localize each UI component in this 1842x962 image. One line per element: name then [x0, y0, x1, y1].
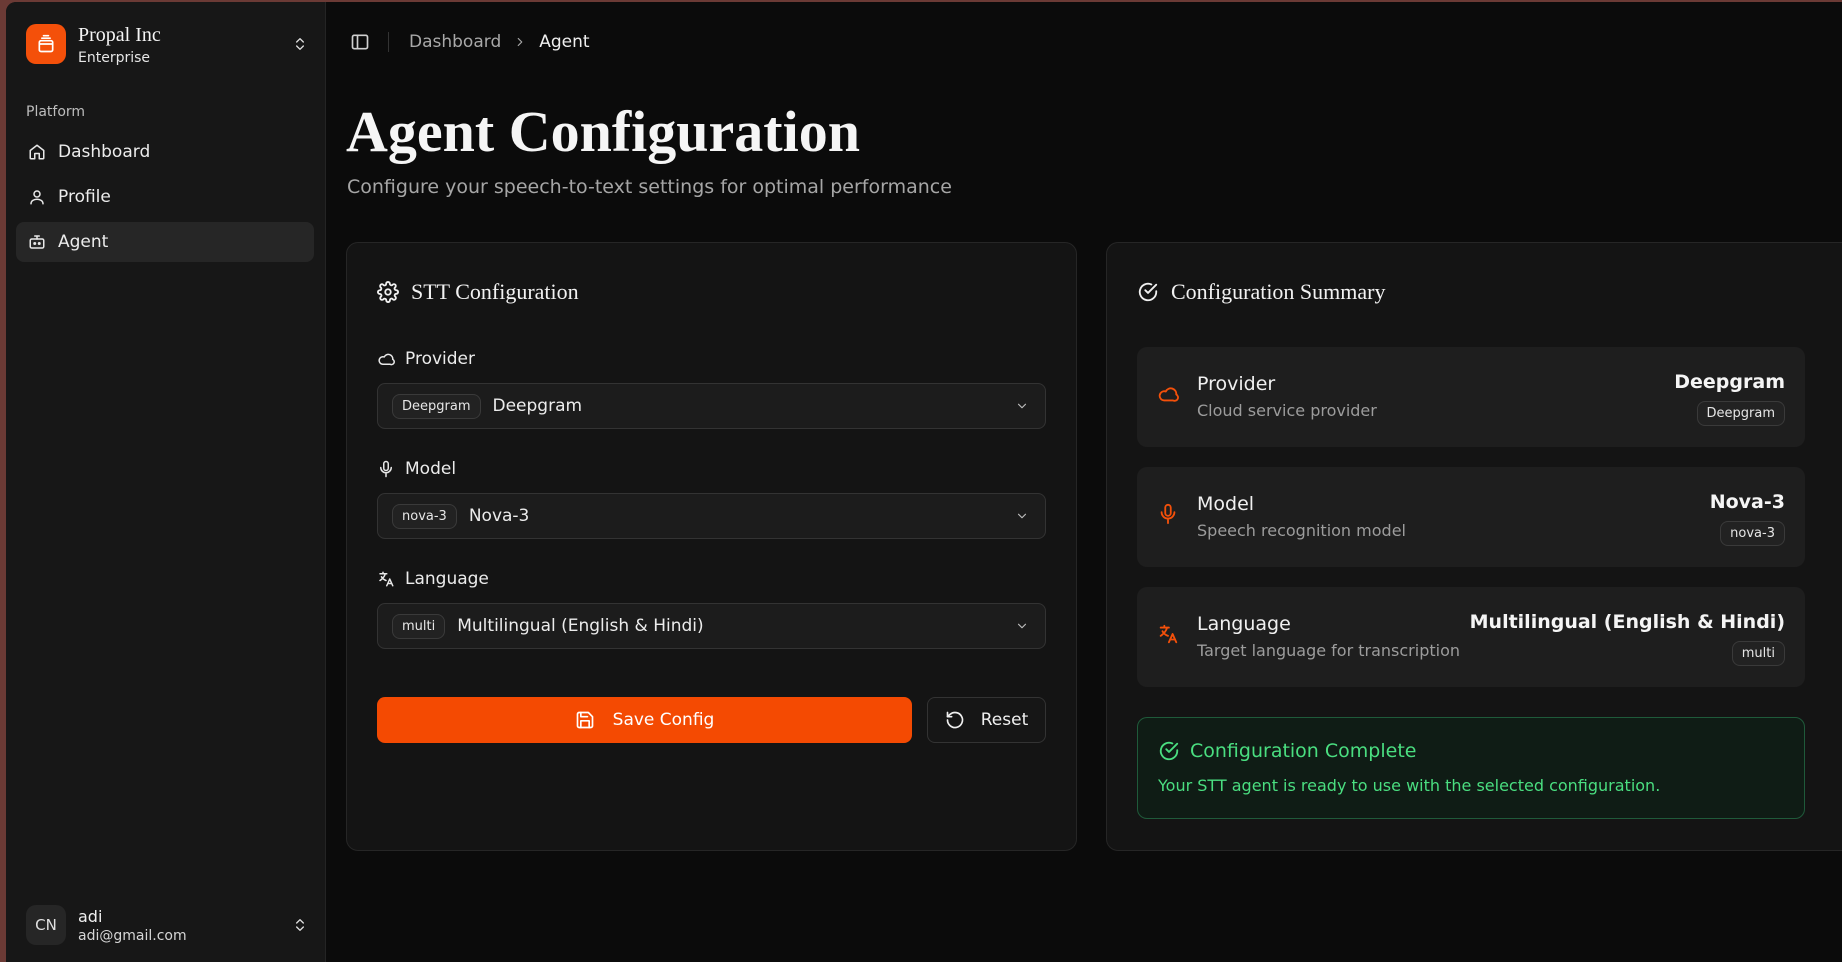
- org-switcher[interactable]: Propal Inc Enterprise: [26, 20, 310, 68]
- model-select[interactable]: nova-3 Nova-3: [377, 493, 1046, 539]
- chevron-right-icon: [513, 35, 527, 49]
- app-window: Propal Inc Enterprise Platform Dashboard…: [6, 2, 1842, 962]
- topbar: Dashboard Agent: [350, 28, 590, 56]
- breadcrumb: Dashboard Agent: [409, 32, 590, 52]
- reset-label: Reset: [980, 710, 1029, 730]
- provider-label-text: Provider: [405, 349, 475, 369]
- translate-icon: [379, 571, 394, 587]
- breadcrumb-agent: Agent: [539, 32, 590, 52]
- provider-label: Provider: [377, 349, 475, 369]
- chevrons-up-down-icon[interactable]: [290, 915, 310, 935]
- language-badge: multi: [392, 613, 446, 639]
- summary-badge: Deepgram: [1696, 401, 1785, 426]
- gear-icon: [377, 281, 399, 303]
- org-name: Propal Inc: [78, 23, 161, 46]
- sidebar-nav: Dashboard Profile Agent: [16, 132, 314, 267]
- save-config-button[interactable]: Save Config: [377, 697, 912, 743]
- language-value: Multilingual (English & Hindi): [457, 616, 704, 636]
- summary-desc: Cloud service provider: [1197, 401, 1377, 420]
- save-icon: [576, 711, 593, 729]
- check-circle-icon: [1159, 741, 1179, 761]
- divider: [388, 32, 389, 52]
- user-icon: [30, 190, 44, 205]
- breadcrumb-dashboard[interactable]: Dashboard: [409, 32, 501, 52]
- chevron-down-icon: [1017, 623, 1027, 629]
- check-circle-icon: [1138, 282, 1158, 302]
- provider-select[interactable]: Deepgram Deepgram: [377, 383, 1046, 429]
- model-label: Model: [377, 459, 456, 479]
- mic-icon: [1160, 503, 1176, 525]
- language-select[interactable]: multi Multilingual (English & Hindi): [377, 603, 1046, 649]
- summary-name: Provider: [1197, 373, 1276, 395]
- card-title: Configuration Summary: [1137, 279, 1385, 305]
- section-label-platform: Platform: [26, 104, 86, 120]
- sidebar-item-dashboard[interactable]: Dashboard: [16, 132, 314, 172]
- summary-value: Multilingual (English & Hindi): [1469, 611, 1785, 633]
- summary-name: Model: [1197, 493, 1255, 515]
- summary-language: Language Target language for transcripti…: [1137, 587, 1805, 687]
- language-label-text: Language: [405, 569, 489, 589]
- chevrons-up-down-icon[interactable]: [290, 34, 310, 54]
- user-email: adi@gmail.com: [78, 927, 187, 944]
- sidebar-item-label: Profile: [58, 187, 111, 207]
- cloud-icon: [1158, 387, 1179, 402]
- language-label: Language: [377, 569, 489, 589]
- alert-text: Your STT agent is ready to use with the …: [1158, 776, 1661, 795]
- home-icon: [29, 144, 45, 160]
- cloud-icon: [378, 353, 395, 366]
- model-value: Nova-3: [468, 506, 530, 526]
- alert-title-text: Configuration Complete: [1190, 740, 1417, 762]
- org-logo: [26, 24, 66, 64]
- alert-title: Configuration Complete: [1158, 740, 1416, 762]
- summary-badge: nova-3: [1720, 521, 1785, 546]
- stack-icon: [38, 34, 54, 53]
- rotate-ccw-icon: [946, 711, 964, 729]
- sidebar-item-label: Dashboard: [58, 142, 151, 162]
- summary-desc: Target language for transcription: [1197, 641, 1461, 660]
- provider-badge: Deepgram: [392, 393, 481, 419]
- chevron-down-icon: [1017, 403, 1027, 409]
- sidebar-item-agent[interactable]: Agent: [16, 222, 314, 262]
- summary-model: Model Speech recognition model Nova-3 no…: [1137, 467, 1805, 567]
- card-title-text: STT Configuration: [411, 279, 579, 304]
- user-menu[interactable]: CN adi adi@gmail.com: [26, 902, 310, 948]
- summary-provider: Provider Cloud service provider Deepgram…: [1137, 347, 1805, 447]
- sidebar: Propal Inc Enterprise Platform Dashboard…: [6, 2, 326, 962]
- sidebar-item-label: Agent: [58, 232, 109, 252]
- provider-value: Deepgram: [492, 396, 583, 416]
- bot-icon: [29, 235, 45, 249]
- translate-icon: [1159, 624, 1178, 644]
- summary-desc: Speech recognition model: [1197, 521, 1406, 540]
- save-config-label: Save Config: [612, 710, 715, 730]
- card-title-text: Configuration Summary: [1171, 279, 1386, 304]
- chevron-down-icon: [1017, 513, 1027, 519]
- model-badge: nova-3: [392, 503, 457, 529]
- summary-badge: multi: [1731, 641, 1785, 666]
- summary-name: Language: [1197, 613, 1291, 635]
- model-label-text: Model: [405, 459, 457, 479]
- mic-icon: [380, 460, 392, 478]
- config-summary-card: Configuration Summary Provider Cloud ser…: [1106, 242, 1842, 851]
- user-name: adi: [78, 906, 103, 926]
- summary-value: Deepgram: [1674, 371, 1785, 393]
- sidebar-toggle-icon[interactable]: [350, 32, 370, 52]
- avatar: CN: [26, 905, 66, 945]
- page-subtitle: Configure your speech-to-text settings f…: [347, 176, 952, 198]
- org-plan: Enterprise: [78, 49, 151, 66]
- card-title: STT Configuration: [377, 279, 579, 305]
- summary-value: Nova-3: [1709, 491, 1785, 513]
- page-title: Agent Configuration: [346, 99, 860, 164]
- stt-config-card: STT Configuration Provider Deepgram Deep…: [346, 242, 1077, 851]
- config-complete-alert: Configuration Complete Your STT agent is…: [1137, 717, 1805, 819]
- reset-button[interactable]: Reset: [927, 697, 1046, 743]
- sidebar-item-profile[interactable]: Profile: [16, 177, 314, 217]
